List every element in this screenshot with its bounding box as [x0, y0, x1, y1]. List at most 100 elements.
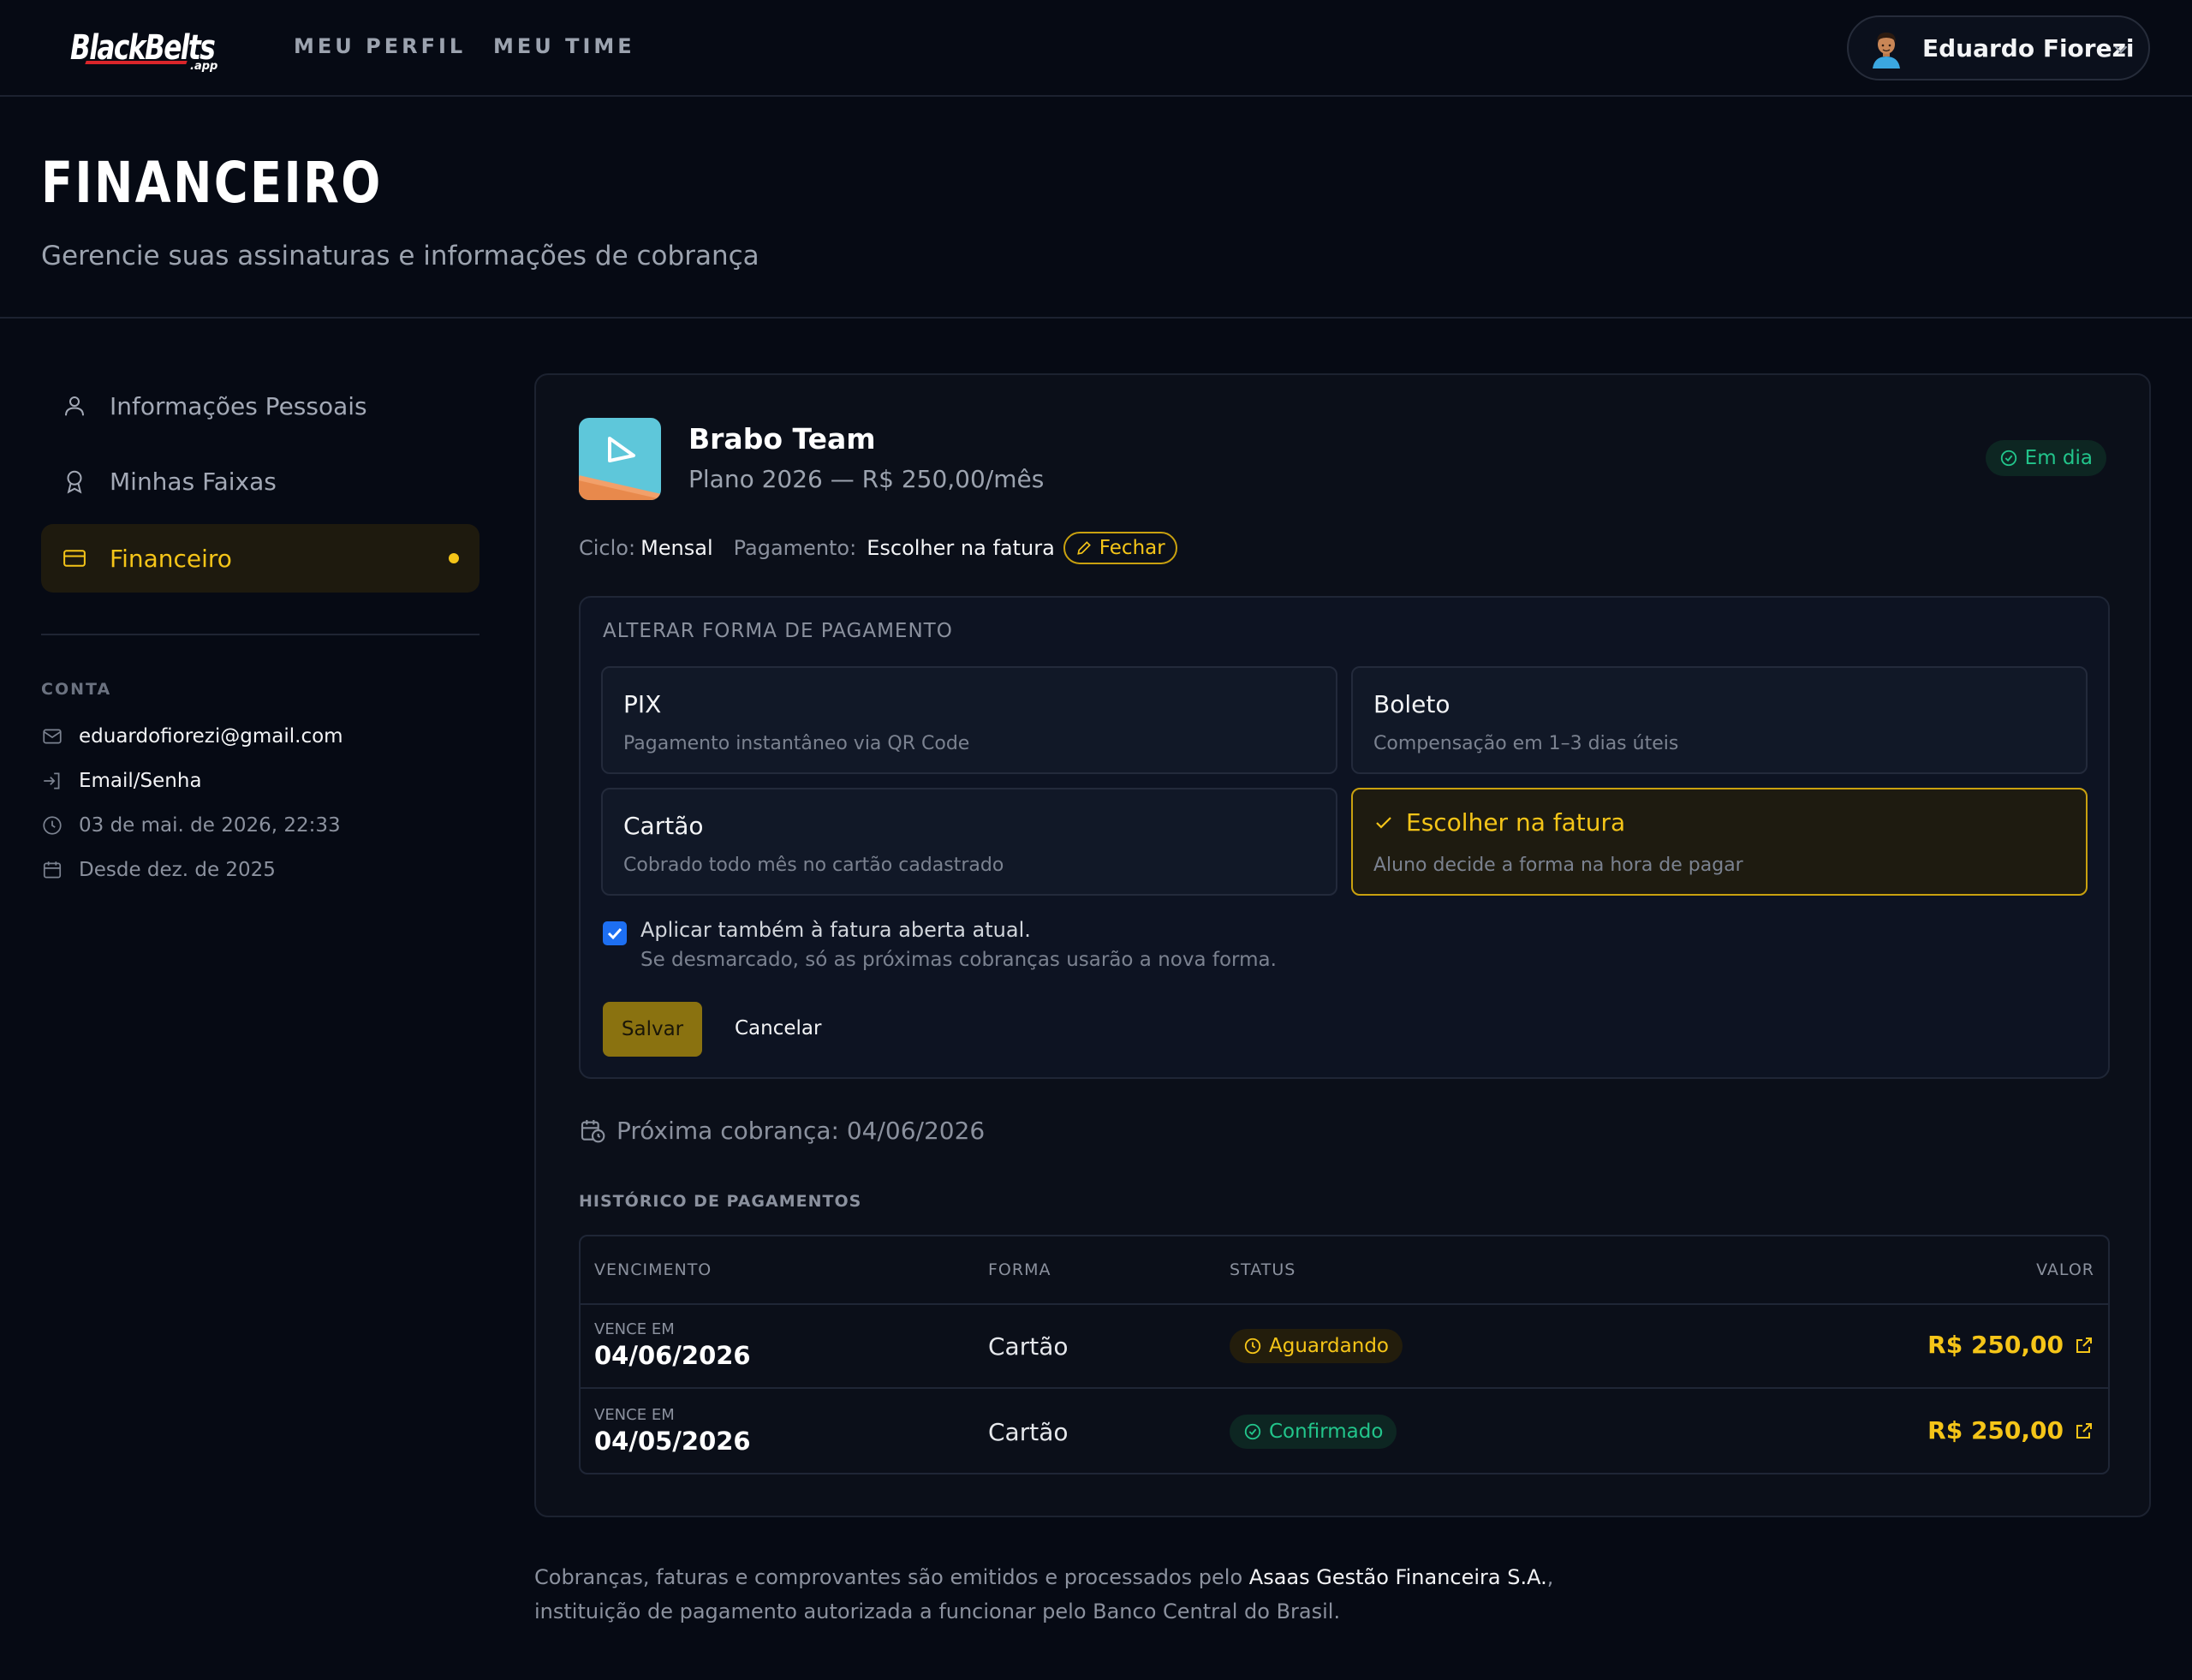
column-header-forma: FORMA	[988, 1260, 1051, 1279]
apply-to-open-invoice-checkbox[interactable]	[603, 921, 627, 945]
option-title: PIX	[623, 690, 662, 718]
option-description: Cobrado todo mês no cartão cadastrado	[623, 855, 1004, 876]
check-icon	[1376, 816, 1391, 829]
team-logo	[579, 418, 661, 500]
account-last-access-text: 03 de mai. de 2026, 22:33	[79, 814, 341, 837]
footer-note: Cobranças, faturas e comprovantes são em…	[534, 1560, 1562, 1629]
external-link-icon	[2076, 1422, 2092, 1439]
checkmark-icon	[607, 927, 622, 940]
sidebar-item-label: Minhas Faixas	[110, 467, 277, 496]
payment-history-title: HISTÓRICO DE PAGAMENTOS	[579, 1192, 862, 1211]
cycle-label: Ciclo:	[579, 536, 636, 560]
apply-checkbox-hint: Se desmarcado, só as próximas cobranças …	[640, 949, 1277, 971]
payment-value: Escolher na fatura	[867, 536, 1055, 560]
payment-option-cartao[interactable]: Cartão Cobrado todo mês no cartão cadast…	[601, 788, 1337, 896]
user-icon	[65, 396, 84, 416]
option-title: Boleto	[1373, 690, 1450, 718]
option-title: Escolher na fatura	[1373, 808, 1625, 837]
nav-link-meu-time[interactable]: MEU TIME	[493, 34, 635, 58]
column-header-valor: VALOR	[2036, 1260, 2094, 1279]
table-row: VENCE EM 04/05/2026 Cartão Confirmado R$…	[581, 1391, 2108, 1473]
login-icon	[44, 772, 60, 789]
payment-method: Cartão	[988, 1418, 1069, 1446]
status-text: Aguardando	[1269, 1335, 1389, 1357]
sidebar-item-informacoes-pessoais[interactable]: Informações Pessoais	[41, 372, 480, 440]
page-header: FINANCEIRO Gerencie suas assinaturas e i…	[0, 98, 2192, 319]
logo-suffix: .app	[190, 60, 218, 73]
invoice-link[interactable]: R$ 250,00	[1927, 1331, 2094, 1359]
chevron-down-icon	[2115, 46, 2127, 54]
check-circle-icon	[1244, 1423, 1261, 1440]
due-date: 04/06/2026	[594, 1341, 751, 1370]
team-name: Brabo Team	[688, 422, 876, 456]
option-description: Aluno decide a forma na hora de pagar	[1373, 855, 1743, 876]
due-date: 04/05/2026	[594, 1427, 751, 1456]
avatar	[1866, 27, 1907, 69]
status-badge: Em dia	[1985, 440, 2106, 476]
amount: R$ 250,00	[1927, 1331, 2064, 1359]
plan-description: Plano 2026 — R$ 250,00/mês	[688, 465, 1045, 493]
account-last-access: 03 de mai. de 2026, 22:33	[41, 810, 341, 841]
apply-checkbox-label[interactable]: Aplicar também à fatura aberta atual.	[640, 918, 1031, 942]
top-navbar: BlackBelts .app MEU PERFIL MEU TIME Edua…	[0, 0, 2192, 97]
payment-option-pix[interactable]: PIX Pagamento instantâneo via QR Code	[601, 666, 1337, 774]
save-button[interactable]: Salvar	[603, 1002, 702, 1057]
account-email-text: eduardofiorezi@gmail.com	[79, 725, 343, 748]
account-member-since: Desde dez. de 2025	[41, 855, 276, 885]
sidebar-item-minhas-faixas[interactable]: Minhas Faixas	[41, 447, 480, 515]
sidebar-item-financeiro[interactable]: Financeiro	[41, 524, 480, 593]
payment-method: Cartão	[988, 1332, 1069, 1361]
next-charge-text: Próxima cobrança: 04/06/2026	[616, 1116, 986, 1145]
sidebar-item-label: Financeiro	[110, 544, 232, 573]
active-indicator-dot	[449, 553, 459, 563]
close-edit-label: Fechar	[1099, 537, 1165, 559]
option-description: Pagamento instantâneo via QR Code	[623, 733, 970, 754]
status-badge: Confirmado	[1230, 1415, 1397, 1449]
credit-card-icon	[63, 550, 86, 567]
check-circle-icon	[2000, 450, 2016, 467]
billing-cycle-line: Ciclo: Mensal Pagamento: Escolher na fat…	[579, 531, 1177, 565]
mail-icon	[43, 729, 62, 744]
table-row: VENCE EM 04/06/2026 Cartão Aguardando R$…	[581, 1305, 2108, 1389]
footer-text-before: Cobranças, faturas e comprovantes são em…	[534, 1565, 1249, 1589]
due-label: VENCE EM	[594, 1320, 675, 1338]
close-edit-button[interactable]: Fechar	[1063, 532, 1177, 564]
invoice-link[interactable]: R$ 250,00	[1927, 1416, 2094, 1445]
column-header-vencimento: VENCIMENTO	[594, 1260, 712, 1279]
panel-title: ALTERAR FORMA DE PAGAMENTO	[603, 620, 953, 642]
account-email: eduardofiorezi@gmail.com	[41, 721, 343, 752]
status-badge: Aguardando	[1230, 1329, 1403, 1363]
calendar-icon	[43, 861, 62, 879]
user-name: Eduardo Fiorezi	[1922, 33, 2135, 63]
due-label: VENCE EM	[594, 1406, 675, 1424]
amount: R$ 250,00	[1927, 1416, 2064, 1445]
account-login-text: Email/Senha	[79, 770, 202, 792]
sidebar-divider	[41, 634, 480, 635]
page-title: FINANCEIRO	[41, 150, 383, 216]
external-link-icon	[2076, 1337, 2092, 1353]
status-text: Confirmado	[1269, 1421, 1384, 1443]
logo-underline	[85, 61, 188, 64]
user-menu-button[interactable]: Eduardo Fiorezi	[1847, 15, 2150, 80]
payment-option-boleto[interactable]: Boleto Compensação em 1–3 dias úteis	[1351, 666, 2088, 774]
clock-icon	[1244, 1337, 1261, 1355]
payment-history-table: VENCIMENTO FORMA STATUS VALOR VENCE EM 0…	[579, 1235, 2110, 1474]
nav-link-meu-perfil[interactable]: MEU PERFIL	[294, 34, 466, 58]
account-section-label: CONTA	[41, 680, 112, 699]
next-charge: Próxima cobrança: 04/06/2026	[579, 1113, 985, 1147]
cancel-button[interactable]: Cancelar	[735, 1017, 821, 1040]
option-description: Compensação em 1–3 dias úteis	[1373, 733, 1679, 754]
option-title-text: Escolher na fatura	[1406, 808, 1626, 837]
pencil-icon	[1077, 541, 1091, 555]
payment-option-escolher-na-fatura[interactable]: Escolher na fatura Aluno decide a forma …	[1351, 788, 2088, 896]
footer-company: Asaas Gestão Financeira S.A.	[1248, 1565, 1547, 1589]
table-header: VENCIMENTO FORMA STATUS VALOR	[581, 1236, 2108, 1305]
calendar-clock-icon	[581, 1120, 605, 1143]
sidebar-item-label: Informações Pessoais	[110, 391, 367, 420]
award-icon	[67, 470, 82, 494]
payment-method-panel: ALTERAR FORMA DE PAGAMENTO PIX Pagamento…	[579, 596, 2110, 1079]
page-subtitle: Gerencie suas assinaturas e informações …	[41, 241, 759, 271]
status-text: Em dia	[2024, 447, 2093, 469]
column-header-status: STATUS	[1230, 1260, 1296, 1279]
account-member-since-text: Desde dez. de 2025	[79, 859, 276, 881]
